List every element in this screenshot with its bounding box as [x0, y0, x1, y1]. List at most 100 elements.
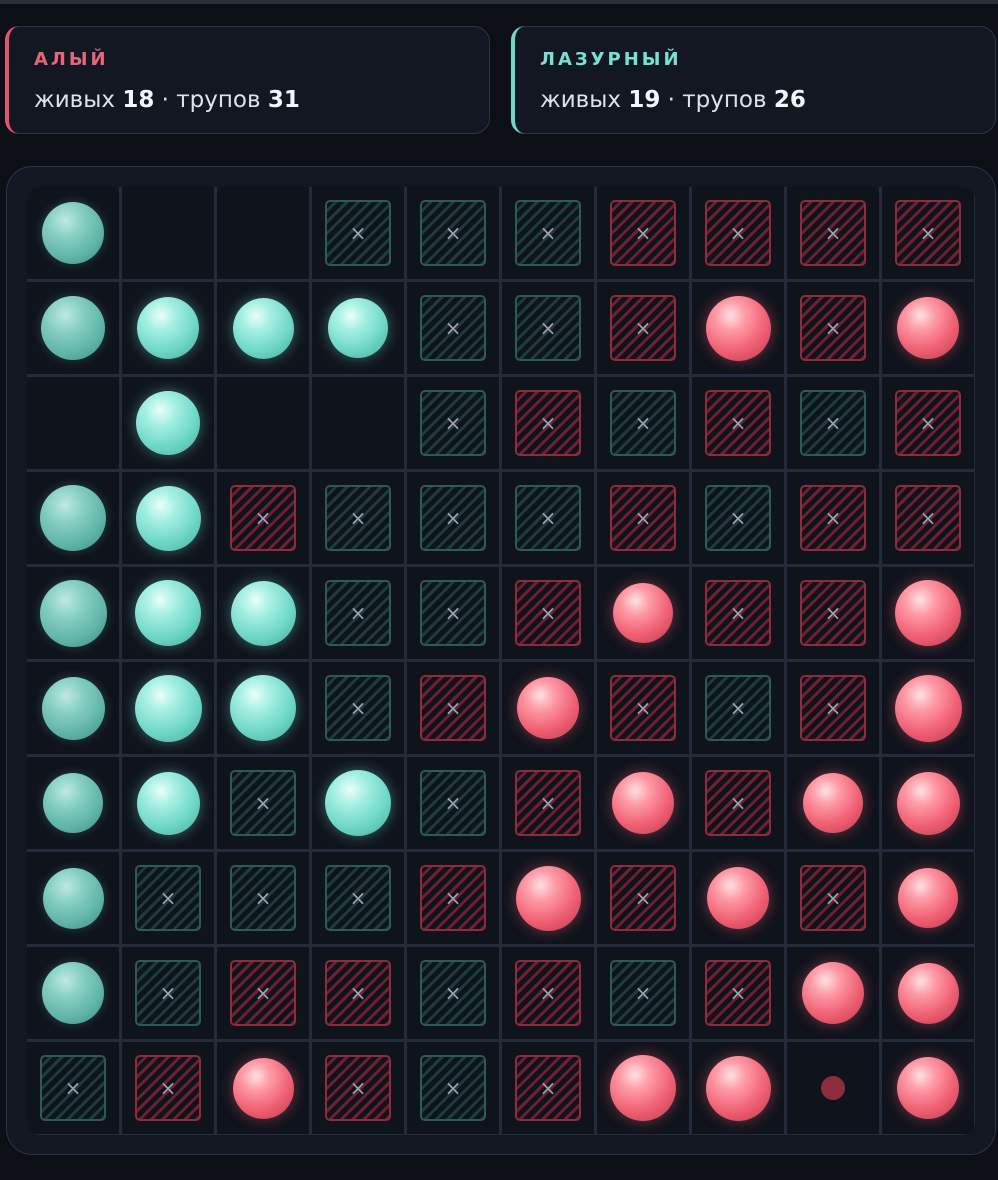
board-cell[interactable]: × [882, 187, 974, 279]
board-cell[interactable]: × [217, 472, 309, 564]
board-cell[interactable]: × [692, 567, 784, 659]
board-cell[interactable] [597, 567, 689, 659]
board-cell[interactable] [122, 187, 214, 279]
board-cell[interactable]: × [597, 282, 689, 374]
board-cell[interactable]: × [312, 567, 404, 659]
board-cell[interactable]: × [787, 567, 879, 659]
board-cell[interactable] [27, 282, 119, 374]
board-cell[interactable] [27, 947, 119, 1039]
board-cell[interactable] [692, 282, 784, 374]
red-piece[interactable] [897, 1057, 959, 1119]
board-cell[interactable]: × [597, 947, 689, 1039]
board-cell[interactable] [502, 662, 594, 754]
board-cell[interactable]: × [597, 472, 689, 564]
board-cell[interactable] [217, 567, 309, 659]
board-cell[interactable] [27, 187, 119, 279]
red-piece[interactable] [610, 1055, 676, 1121]
board-cell[interactable] [882, 852, 974, 944]
board-cell[interactable] [882, 567, 974, 659]
teal-piece[interactable] [43, 773, 103, 833]
board-cell[interactable]: × [692, 662, 784, 754]
board-cell[interactable] [217, 1042, 309, 1134]
board-cell[interactable]: × [787, 377, 879, 469]
board-cell[interactable]: × [692, 757, 784, 849]
board-cell[interactable] [597, 757, 689, 849]
board-cell[interactable] [122, 282, 214, 374]
red-piece[interactable] [897, 297, 959, 359]
board-cell[interactable] [787, 947, 879, 1039]
board-cell[interactable] [882, 947, 974, 1039]
board-cell[interactable] [312, 377, 404, 469]
board-cell[interactable]: × [597, 377, 689, 469]
red-piece[interactable] [613, 583, 673, 643]
board-cell[interactable] [217, 187, 309, 279]
board-cell[interactable]: × [122, 947, 214, 1039]
board-cell[interactable]: × [407, 567, 499, 659]
board-cell[interactable]: × [597, 662, 689, 754]
teal-piece[interactable] [135, 580, 201, 646]
board-cell[interactable]: × [217, 757, 309, 849]
board-cell[interactable]: × [407, 757, 499, 849]
board-cell[interactable]: × [692, 472, 784, 564]
board-cell[interactable] [787, 1042, 879, 1134]
board-cell[interactable]: × [407, 377, 499, 469]
board-cell[interactable] [27, 852, 119, 944]
board-cell[interactable]: × [122, 852, 214, 944]
red-piece[interactable] [803, 773, 863, 833]
board-cell[interactable] [122, 757, 214, 849]
board-cell[interactable]: × [882, 472, 974, 564]
board-cell[interactable] [882, 662, 974, 754]
board-cell[interactable] [217, 377, 309, 469]
board-cell[interactable]: × [312, 662, 404, 754]
board-cell[interactable]: × [502, 757, 594, 849]
teal-piece[interactable] [230, 580, 296, 646]
board-cell[interactable]: × [597, 852, 689, 944]
board-cell[interactable] [27, 757, 119, 849]
board-cell[interactable]: × [122, 1042, 214, 1134]
board-cell[interactable] [882, 757, 974, 849]
red-piece[interactable] [232, 1057, 294, 1119]
board-cell[interactable]: × [692, 187, 784, 279]
board-cell[interactable]: × [692, 377, 784, 469]
board-cell[interactable]: × [692, 947, 784, 1039]
board-cell[interactable]: × [502, 472, 594, 564]
red-piece[interactable] [895, 580, 961, 646]
teal-piece[interactable] [41, 676, 105, 740]
board-cell[interactable] [882, 1042, 974, 1134]
red-piece[interactable] [612, 772, 674, 834]
board-cell[interactable]: × [502, 282, 594, 374]
board-cell[interactable] [27, 567, 119, 659]
board-cell[interactable] [27, 472, 119, 564]
board-cell[interactable]: × [882, 377, 974, 469]
teal-piece[interactable] [134, 674, 202, 742]
board-cell[interactable] [122, 377, 214, 469]
teal-piece[interactable] [325, 770, 391, 836]
board-cell[interactable]: × [502, 187, 594, 279]
board-cell[interactable]: × [787, 187, 879, 279]
teal-piece[interactable] [232, 297, 294, 359]
board-cell[interactable]: × [502, 567, 594, 659]
board-cell[interactable] [692, 1042, 784, 1134]
board-cell[interactable] [217, 662, 309, 754]
teal-piece[interactable] [136, 391, 200, 455]
red-piece[interactable] [705, 295, 771, 361]
board-cell[interactable]: × [27, 1042, 119, 1134]
board-cell[interactable] [787, 757, 879, 849]
board-cell[interactable] [122, 567, 214, 659]
board-cell[interactable]: × [502, 947, 594, 1039]
teal-piece[interactable] [41, 296, 105, 360]
board-cell[interactable]: × [502, 377, 594, 469]
board-cell[interactable]: × [312, 947, 404, 1039]
board-cell[interactable]: × [407, 947, 499, 1039]
board-cell[interactable]: × [312, 852, 404, 944]
board-cell[interactable]: × [217, 852, 309, 944]
board-cell[interactable] [217, 282, 309, 374]
board-cell[interactable]: × [787, 852, 879, 944]
red-piece[interactable] [515, 865, 581, 931]
teal-piece[interactable] [137, 297, 199, 359]
board-cell[interactable]: × [407, 852, 499, 944]
board-cell[interactable]: × [312, 472, 404, 564]
board-cell[interactable] [692, 852, 784, 944]
teal-piece[interactable] [135, 485, 201, 551]
red-piece[interactable] [894, 674, 962, 742]
